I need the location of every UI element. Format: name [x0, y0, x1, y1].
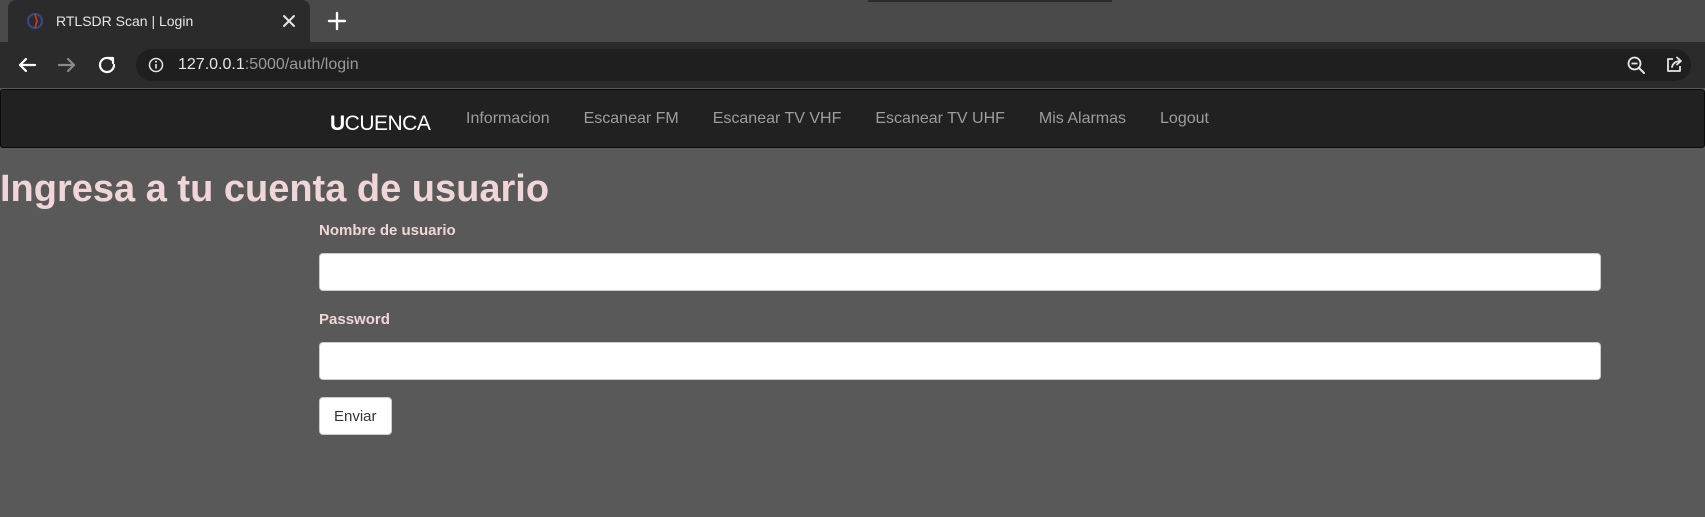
- plus-icon[interactable]: [326, 10, 348, 32]
- url-path: :5000/auth/login: [244, 56, 359, 73]
- password-input[interactable]: [319, 342, 1601, 380]
- brand-logo[interactable]: UCUENCA: [330, 112, 431, 136]
- nav-link-escanear-tv-uhf[interactable]: Escanear TV UHF: [858, 90, 1022, 147]
- arrow-left-icon[interactable]: [15, 53, 39, 77]
- zoom-out-icon[interactable]: [1626, 55, 1646, 75]
- rtlsdr-favicon-icon: [26, 12, 44, 30]
- password-label: Password: [319, 311, 390, 328]
- nav-link-escanear-tv-vhf[interactable]: Escanear TV VHF: [696, 90, 859, 147]
- reload-icon[interactable]: [95, 53, 119, 77]
- info-icon[interactable]: [148, 57, 164, 73]
- close-icon[interactable]: [280, 12, 298, 30]
- site-navbar: UCUENCA Informacion Escanear FM Escanear…: [0, 89, 1705, 148]
- nav-link-mis-alarmas[interactable]: Mis Alarmas: [1022, 90, 1143, 147]
- browser-tab-strip: RTLSDR Scan | Login: [0, 0, 1705, 42]
- url-text: 127.0.0.1:5000/auth/login: [178, 56, 359, 74]
- nav-link-escanear-fm[interactable]: Escanear FM: [567, 90, 696, 147]
- tab-title: RTLSDR Scan | Login: [56, 13, 194, 29]
- browser-toolbar: 127.0.0.1:5000/auth/login: [0, 42, 1705, 88]
- browser-tab[interactable]: RTLSDR Scan | Login: [8, 0, 310, 42]
- submit-button[interactable]: Enviar: [319, 397, 392, 435]
- strip-divider: [868, 0, 1112, 2]
- username-label: Nombre de usuario: [319, 222, 456, 239]
- login-form: Nombre de usuario Password Enviar: [319, 222, 1601, 435]
- brand-name: CUENCA: [344, 112, 431, 135]
- nav-menu: Informacion Escanear FM Escanear TV VHF …: [449, 90, 1226, 147]
- username-input[interactable]: [319, 253, 1601, 291]
- brand-initial: U: [330, 112, 345, 135]
- page-title: Ingresa a tu cuenta de usuario: [0, 168, 550, 210]
- nav-link-informacion[interactable]: Informacion: [449, 90, 567, 147]
- url-host: 127.0.0.1: [178, 56, 245, 73]
- arrow-right-icon[interactable]: [55, 53, 79, 77]
- address-bar[interactable]: 127.0.0.1:5000/auth/login: [136, 49, 1691, 81]
- share-icon[interactable]: [1664, 55, 1684, 75]
- nav-link-logout[interactable]: Logout: [1143, 90, 1226, 147]
